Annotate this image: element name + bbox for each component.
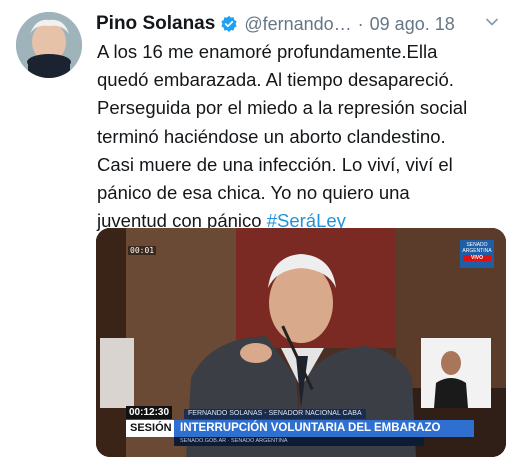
video-counter: 00:01 [128,246,157,255]
tweet-text-line: pánico de esa chica. Yo no quiero una [97,182,410,204]
separator-dot: · [357,13,364,34]
headline-banner: INTERRUPCIÓN VOLUNTARIA DEL EMBARAZO [174,420,474,437]
tweet-text: A los 16 me enamoré profundamente.Ella q… [97,38,513,235]
channel-logo: SENADO ARGENTINA VIVO [460,240,494,268]
tweet-date[interactable]: 09 ago. 18 [370,14,455,35]
tweet-text-line: quedó embarazada. Al tiempo desapareció. [97,69,454,91]
verified-badge-icon [221,15,237,32]
video-timecode: 00:12:30 [126,406,173,419]
banner-subline: SENADO.GOB.AR · SENADO ARGENTINA [174,437,424,446]
author-name[interactable]: Pino Solanas [96,13,215,35]
tweet-text-line: Perseguida por el miedo a la represión s… [97,97,468,119]
avatar-photo [16,12,82,78]
author-handle[interactable]: @fernando… [244,14,351,35]
tweet-text-line: terminó haciéndose un aborto clandestino… [97,125,446,147]
avatar[interactable] [16,12,82,78]
tweet-header: Pino Solanas @fernando… · 09 ago. 18 [96,12,506,36]
chevron-down-icon[interactable] [484,14,500,30]
tweet-text-line: Casi muere de una infección. Lo viví, vi… [97,153,453,175]
section-label: SESIÓN [126,420,176,437]
speaker-caption: FERNANDO SOLANAS - SENADOR NACIONAL CABA [184,409,366,419]
tweet-text-line: A los 16 me enamoré profundamente.Ella [97,41,438,62]
channel-logo-text: SENADO ARGENTINA [462,242,492,254]
live-badge: VIVO [463,255,491,261]
tweet-media-video[interactable]: 00:01 SENADO ARGENTINA VIVO 00:12:30 FER… [96,228,506,457]
